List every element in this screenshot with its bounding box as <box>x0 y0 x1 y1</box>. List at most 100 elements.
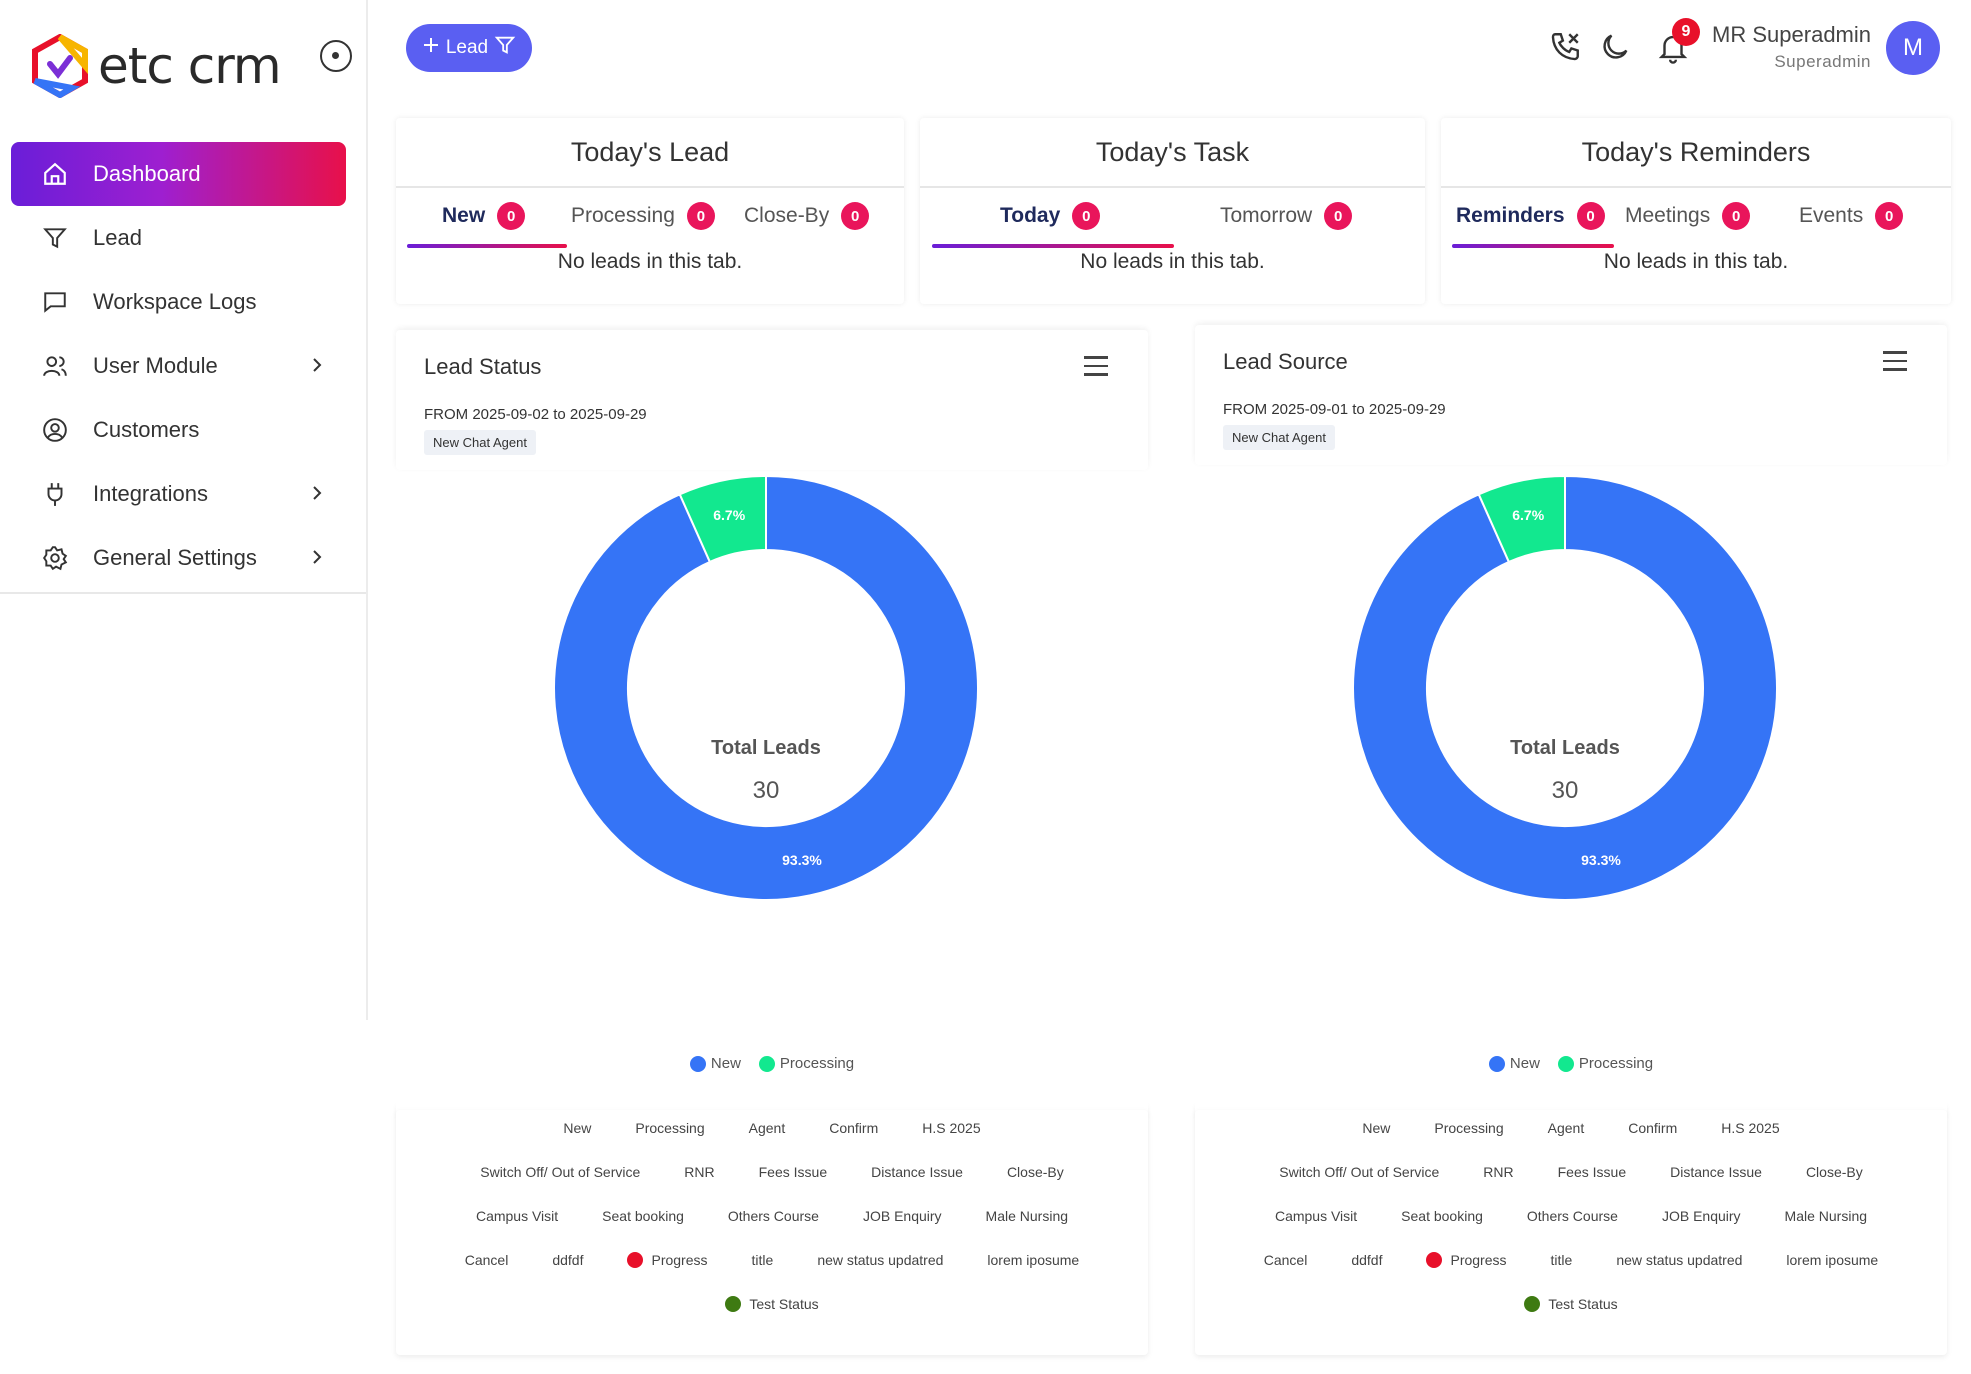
status-label: ddfdf <box>552 1252 584 1268</box>
status-item[interactable]: Confirm <box>1606 1120 1699 1136</box>
status-label: new status updatred <box>1616 1252 1743 1268</box>
count-badge: 0 <box>1072 202 1101 230</box>
app-logo[interactable]: etc crm <box>32 34 282 98</box>
add-lead-button[interactable]: Lead <box>406 24 532 72</box>
status-label: Processing <box>1434 1120 1504 1136</box>
status-item[interactable]: H.S 2025 <box>900 1120 1002 1136</box>
funnel-icon <box>41 224 69 252</box>
status-item[interactable]: ddfdf <box>530 1252 605 1268</box>
tab-new[interactable]: New 0 <box>442 202 526 230</box>
gear-icon <box>41 544 69 572</box>
slice-label-processing: 6.7% <box>713 507 745 523</box>
status-label: lorem iposume <box>1786 1252 1879 1268</box>
sidebar-item-integrations[interactable]: Integrations <box>11 462 346 526</box>
status-label: Fees Issue <box>1557 1164 1627 1180</box>
sidebar-item-label: Lead <box>93 225 142 250</box>
tab-processing[interactable]: Processing 0 <box>571 202 715 230</box>
sidebar-item-label: Customers <box>93 417 200 442</box>
sidebar-collapse-button[interactable] <box>320 40 352 72</box>
status-item[interactable]: Processing <box>1412 1120 1525 1136</box>
user-circle-icon <box>41 416 69 444</box>
status-item[interactable]: Seat booking <box>580 1208 706 1224</box>
status-item[interactable]: Campus Visit <box>454 1208 580 1224</box>
status-item[interactable]: Male Nursing <box>964 1208 1090 1224</box>
status-item[interactable]: Distance Issue <box>1648 1164 1784 1180</box>
status-item[interactable]: RNR <box>662 1164 736 1180</box>
status-label: JOB Enquiry <box>862 1208 942 1224</box>
sidebar-item-customers[interactable]: Customers <box>11 398 346 462</box>
status-item[interactable]: title <box>730 1252 796 1268</box>
sidebar-item-general-settings[interactable]: General Settings <box>11 526 346 590</box>
status-label: Male Nursing <box>985 1208 1069 1224</box>
sidebar-item-lead[interactable]: Lead <box>11 206 346 270</box>
tab-events[interactable]: Events 0 <box>1799 202 1904 230</box>
status-item[interactable]: new status updatred <box>795 1252 965 1268</box>
add-lead-label: Lead <box>445 37 489 58</box>
tab-meetings[interactable]: Meetings 0 <box>1625 202 1751 230</box>
status-item[interactable]: New <box>541 1120 613 1136</box>
status-label: Confirm <box>1628 1120 1678 1136</box>
status-item[interactable]: Others Course <box>706 1208 841 1224</box>
users-icon <box>41 352 69 380</box>
plus-icon <box>422 36 440 60</box>
status-label: Cancel <box>1263 1252 1308 1268</box>
tab-label: Events <box>1799 204 1864 227</box>
sidebar-item-user-module[interactable]: User Module <box>11 334 346 398</box>
status-item[interactable]: Agent <box>1526 1120 1607 1136</box>
status-item[interactable]: Test Status <box>703 1296 840 1312</box>
status-item[interactable]: lorem iposume <box>965 1252 1101 1268</box>
status-item[interactable]: Distance Issue <box>849 1164 985 1180</box>
sidebar-item-dashboard[interactable]: Dashboard <box>11 142 346 206</box>
status-item[interactable]: Switch Off/ Out of Service <box>1257 1164 1461 1180</box>
status-item[interactable]: JOB Enquiry <box>841 1208 964 1224</box>
status-item[interactable]: Cancel <box>443 1252 531 1268</box>
status-item[interactable]: Progress <box>605 1252 729 1268</box>
status-item[interactable]: title <box>1529 1252 1595 1268</box>
status-label: new status updatred <box>817 1252 944 1268</box>
legend-item-new[interactable]: New <box>689 1055 741 1072</box>
status-item[interactable]: Close-By <box>985 1164 1086 1180</box>
status-item[interactable]: Cancel <box>1242 1252 1330 1268</box>
status-item[interactable]: H.S 2025 <box>1699 1120 1801 1136</box>
tab-today[interactable]: Today 0 <box>1000 202 1101 230</box>
status-item[interactable]: RNR <box>1461 1164 1535 1180</box>
legend-item-processing[interactable]: Processing <box>1557 1055 1653 1072</box>
status-item[interactable]: Seat booking <box>1379 1208 1505 1224</box>
tab-tomorrow[interactable]: Tomorrow 0 <box>1220 202 1353 230</box>
status-label: JOB Enquiry <box>1661 1208 1741 1224</box>
lead-status-list: New Processing Agent Confirm H.S 2025 Switch… <box>396 1110 1148 1355</box>
status-item[interactable]: Switch Off/ Out of Service <box>458 1164 662 1180</box>
status-item[interactable]: New <box>1340 1120 1412 1136</box>
status-item[interactable]: Close-By <box>1784 1164 1885 1180</box>
status-item[interactable]: Campus Visit <box>1253 1208 1379 1224</box>
status-item[interactable]: ddfdf <box>1329 1252 1404 1268</box>
active-tab-indicator <box>932 244 1174 248</box>
legend-item-processing[interactable]: Processing <box>758 1055 854 1072</box>
status-item[interactable]: Test Status <box>1502 1296 1639 1312</box>
status-item[interactable]: Fees Issue <box>1536 1164 1648 1180</box>
moon-icon[interactable] <box>1598 30 1632 69</box>
status-item[interactable]: Others Course <box>1505 1208 1640 1224</box>
status-item[interactable]: Progress <box>1404 1252 1528 1268</box>
tab-close-by[interactable]: Close-By 0 <box>744 202 870 230</box>
status-item[interactable]: Confirm <box>807 1120 900 1136</box>
sidebar-item-workspace-logs[interactable]: Workspace Logs <box>11 270 346 334</box>
tab-reminders[interactable]: Reminders 0 <box>1456 202 1605 230</box>
tab-label: Processing <box>571 204 675 227</box>
lead-status-chart-card: Lead Status FROM 2025-09-02 to 2025-09-2… <box>396 330 1148 1115</box>
status-item[interactable]: Male Nursing <box>1763 1208 1889 1224</box>
status-label: Close-By <box>1805 1164 1863 1180</box>
status-item[interactable]: lorem iposume <box>1764 1252 1900 1268</box>
status-item[interactable]: Processing <box>613 1120 726 1136</box>
status-item[interactable]: Agent <box>727 1120 808 1136</box>
logo-icon <box>32 34 88 98</box>
status-item[interactable]: JOB Enquiry <box>1640 1208 1763 1224</box>
missed-call-icon[interactable] <box>1548 30 1582 69</box>
lead-status-donut-chart: 6.7% 93.3% Total Leads 30 <box>553 474 979 901</box>
status-item[interactable]: new status updatred <box>1594 1252 1764 1268</box>
avatar[interactable]: M <box>1886 21 1940 75</box>
status-label: Distance Issue <box>1670 1164 1762 1180</box>
legend-item-new[interactable]: New <box>1488 1055 1540 1072</box>
status-item[interactable]: Fees Issue <box>737 1164 849 1180</box>
sidebar-item-label: User Module <box>93 353 218 378</box>
